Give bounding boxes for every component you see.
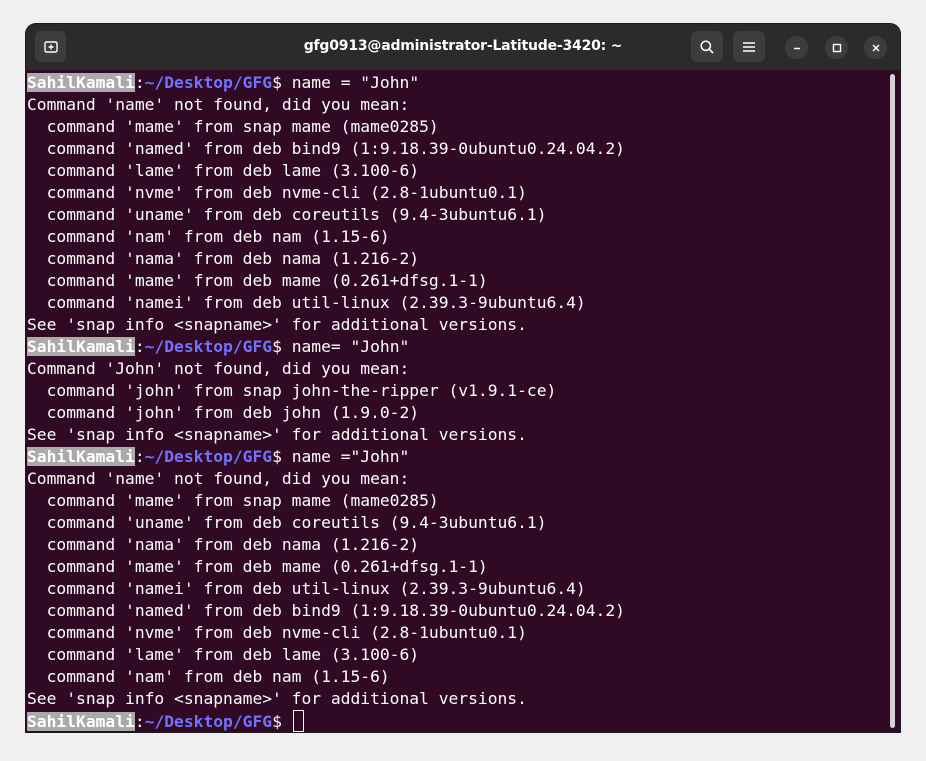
- prompt-path: ~/Desktop/GFG: [144, 73, 273, 92]
- output-line: Command 'name' not found, did you mean:: [27, 95, 410, 114]
- output-line: command 'nam' from deb nam (1.15-6): [27, 667, 390, 686]
- prompt-user: SahilKamali: [27, 73, 135, 92]
- maximize-button[interactable]: [825, 36, 848, 59]
- prompt-colon: :: [134, 73, 145, 92]
- terminal-window: gfg0913@administrator-Latitude-3420: ~ S…: [26, 24, 900, 732]
- output-line: command 'nam' from deb nam (1.15-6): [27, 227, 390, 246]
- output-line: command 'john' from deb john (1.9.0-2): [27, 403, 420, 422]
- output-line: command 'nvme' from deb nvme-cli (2.8-1u…: [27, 183, 527, 202]
- prompt-path: ~/Desktop/GFG: [144, 447, 273, 466]
- command-text: name= "John": [281, 337, 410, 356]
- output-line: See 'snap info <snapname>' for additiona…: [27, 689, 527, 708]
- terminal-output[interactable]: SahilKamali:~/Desktop/GFG$ name = "John"…: [26, 70, 888, 732]
- output-line: Command 'John' not found, did you mean:: [27, 359, 410, 378]
- window-title: gfg0913@administrator-Latitude-3420: ~: [303, 38, 623, 54]
- output-line: command 'uname' from deb coreutils (9.4-…: [27, 513, 547, 532]
- search-icon: [699, 39, 715, 55]
- prompt-user: SahilKamali: [27, 712, 135, 731]
- output-line: command 'mame' from deb mame (0.261+dfsg…: [27, 271, 488, 290]
- output-line: See 'snap info <snapname>' for additiona…: [27, 425, 527, 444]
- prompt-symbol: $: [272, 337, 282, 356]
- output-line: command 'nama' from deb nama (1.216-2): [27, 249, 420, 268]
- menu-button[interactable]: [733, 31, 765, 62]
- prompt-symbol: $: [272, 73, 282, 92]
- close-icon: [871, 38, 881, 57]
- prompt-user: SahilKamali: [27, 337, 135, 356]
- output-line: See 'snap info <snapname>' for additiona…: [27, 315, 527, 334]
- output-line: command 'nvme' from deb nvme-cli (2.8-1u…: [27, 623, 527, 642]
- scrollbar[interactable]: [890, 74, 895, 728]
- text-cursor[interactable]: [292, 710, 304, 732]
- close-button[interactable]: [864, 36, 887, 59]
- search-button[interactable]: [691, 31, 723, 62]
- prompt-line: SahilKamali:~/Desktop/GFG$: [27, 710, 304, 732]
- prompt-colon: :: [134, 447, 145, 466]
- prompt-line: SahilKamali:~/Desktop/GFG$ name= "John": [27, 336, 409, 358]
- prompt-line: SahilKamali:~/Desktop/GFG$ name ="John": [27, 446, 409, 468]
- minimize-icon: [792, 38, 802, 57]
- output-line: command 'lame' from deb lame (3.100-6): [27, 645, 420, 664]
- output-line: command 'mame' from deb mame (0.261+dfsg…: [27, 557, 488, 576]
- output-line: command 'mame' from snap mame (mame0285): [27, 491, 439, 510]
- command-text: name = "John": [281, 73, 420, 92]
- prompt-colon: :: [134, 337, 145, 356]
- output-line: command 'john' from snap john-the-ripper…: [27, 381, 557, 400]
- output-line: command 'named' from deb bind9 (1:9.18.3…: [27, 139, 625, 158]
- output-line: command 'lame' from deb lame (3.100-6): [27, 161, 420, 180]
- hamburger-menu-icon: [742, 41, 756, 53]
- output-line: command 'nama' from deb nama (1.216-2): [27, 535, 420, 554]
- output-line: command 'named' from deb bind9 (1:9.18.3…: [27, 601, 625, 620]
- command-text: name ="John": [281, 447, 410, 466]
- prompt-colon: :: [134, 712, 145, 731]
- prompt-line: SahilKamali:~/Desktop/GFG$ name = "John": [27, 72, 419, 94]
- prompt-path: ~/Desktop/GFG: [144, 337, 273, 356]
- prompt-user: SahilKamali: [27, 447, 135, 466]
- output-line: Command 'name' not found, did you mean:: [27, 469, 410, 488]
- output-line: command 'uname' from deb coreutils (9.4-…: [27, 205, 547, 224]
- prompt-symbol: $: [272, 712, 282, 731]
- prompt-path: ~/Desktop/GFG: [144, 712, 273, 731]
- output-line: command 'namei' from deb util-linux (2.3…: [27, 293, 586, 312]
- command-text: [282, 712, 292, 731]
- maximize-icon: [832, 38, 842, 57]
- output-line: command 'namei' from deb util-linux (2.3…: [27, 579, 586, 598]
- prompt-symbol: $: [272, 447, 282, 466]
- title-bar[interactable]: gfg0913@administrator-Latitude-3420: ~: [26, 24, 900, 70]
- output-line: command 'mame' from snap mame (mame0285): [27, 117, 439, 136]
- minimize-button[interactable]: [785, 36, 808, 59]
